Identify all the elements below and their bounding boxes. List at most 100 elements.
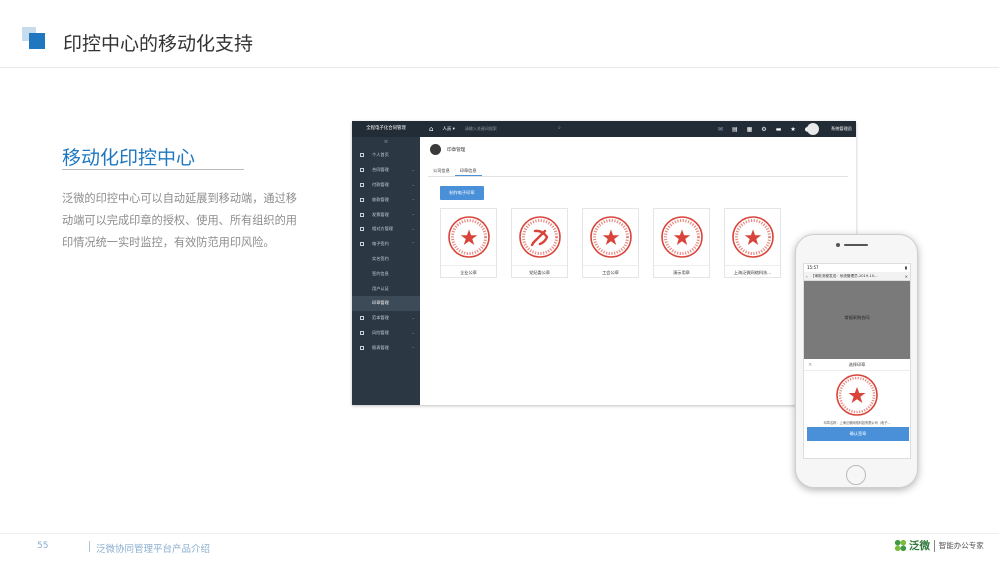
confirm-seal-button[interactable]: 确认签章 — [807, 427, 909, 441]
seal-image — [725, 209, 780, 265]
search-scope-dropdown[interactable]: 人员 ▾ — [442, 126, 454, 132]
receipt-icon — [360, 197, 364, 202]
sidebar-item-label: 实名签约 — [372, 255, 389, 261]
seal-card-label: 工会公章 — [583, 265, 638, 279]
phone-nav-bar: ‹ 【审批流程发送：系统管理员-2019-10... × — [804, 272, 910, 281]
sidebar-item[interactable]: 范本管理 ⌄ — [352, 311, 420, 326]
seal-card[interactable]: 企业公章 — [440, 208, 497, 278]
tab[interactable]: 公司信息 — [428, 165, 455, 176]
make-seal-button[interactable]: 制作电子印章 — [440, 186, 484, 200]
sidebar-item-label: 签约信息 — [372, 270, 389, 276]
chevron-icon: ⌄ — [411, 344, 415, 350]
breadcrumb-title: 印章管理 — [447, 147, 466, 153]
phone-status-bar: 15:57 ▮ — [804, 264, 910, 272]
sidebar-item[interactable]: 电子签约 ⌃ — [352, 237, 420, 252]
document-icon[interactable]: ▤ — [732, 126, 738, 133]
seal-card-list: 企业公章 党纪委公章 工会公章 演示用章 上海泛微网络科技... — [440, 208, 781, 278]
brand-logo: 泛微 智能办公专家 — [893, 538, 984, 553]
sidebar-collapse-icon[interactable]: ≡ — [352, 137, 420, 148]
header-divider — [0, 67, 999, 68]
sidebar-item[interactable]: 签约信息 — [352, 266, 420, 281]
grid-icon[interactable]: ▦ — [747, 126, 753, 133]
chevron-icon: ⌄ — [411, 329, 415, 335]
search-input[interactable]: 请输入关键词搜索 ⌕ — [464, 125, 565, 132]
back-icon[interactable]: ‹ — [806, 272, 808, 280]
sidebar-item[interactable]: 付款管理 ⌄ — [352, 178, 420, 193]
counterparty-icon — [360, 227, 364, 232]
sheet-title: 选择印章 — [848, 362, 866, 367]
sidebar-item[interactable]: 印章管理 — [352, 295, 420, 311]
message-icon[interactable]: ✉ — [718, 126, 723, 133]
seal-card-label: 党纪委公章 — [512, 265, 567, 279]
sidebar-item-label: 发票管理 — [372, 211, 389, 217]
risk-icon — [360, 330, 364, 335]
seal-image — [654, 209, 709, 265]
breadcrumb: 印章管理 — [430, 144, 465, 155]
sidebar-item-label: 收款管理 — [372, 196, 389, 202]
seal-icon — [836, 374, 878, 416]
chevron-icon: ⌄ — [411, 211, 415, 217]
seal-card[interactable]: 演示用章 — [653, 208, 710, 278]
close-icon[interactable]: × — [905, 272, 908, 280]
section-underline — [62, 169, 244, 170]
seal-image — [583, 209, 638, 265]
seal-icon — [518, 216, 561, 258]
sidebar-item-label: 印章管理 — [372, 300, 389, 306]
star-icon[interactable]: ★ — [790, 126, 795, 133]
sidebar-item[interactable]: 用户认证 — [352, 281, 420, 296]
seal-icon — [660, 216, 703, 258]
seal-card[interactable]: 党纪委公章 — [511, 208, 568, 278]
home-icon[interactable]: ⌂ — [429, 125, 433, 133]
sidebar-item[interactable]: 实名签约 — [352, 252, 420, 267]
app-main: 印章管理 公司信息 印章信息 制作电子印章 企业公章 党纪委公章 工会公章 演示用章 上海… — [420, 137, 856, 405]
phone-home-button[interactable] — [846, 465, 866, 485]
footer-separator — [89, 541, 90, 552]
seal-card-label: 企业公章 — [441, 265, 496, 279]
search-placeholder: 请输入关键词搜索 — [464, 126, 497, 131]
phone-time: 15:57 — [807, 265, 819, 270]
sidebar-item-label: 风险管理 — [372, 329, 389, 335]
avatar[interactable] — [807, 123, 819, 135]
sidebar-nav: 个人首页 合同管理 ⌄ 付款管理 ⌄ 收款管理 ⌄ 发票管理 ⌄ 相对方管理 ⌄ 电子签约 ⌃ 实名签约签… — [352, 148, 420, 355]
brand-separator — [934, 539, 935, 552]
home-icon — [360, 153, 364, 158]
seal-image — [441, 209, 496, 265]
invoice-icon — [360, 212, 364, 217]
chat-icon[interactable]: ▬ — [776, 126, 782, 133]
contract-title: 常规采购合同 — [844, 315, 870, 320]
seal-module-icon — [430, 144, 441, 155]
search-icon[interactable]: ⌕ — [558, 125, 561, 131]
phone-nav-title: 【审批流程发送：系统管理员-2019-10... — [811, 274, 878, 278]
sidebar-item[interactable]: 合同管理 ⌄ — [352, 163, 420, 178]
phone-mockup: 15:57 ▮ ‹ 【审批流程发送：系统管理员-2019-10... × 常规采… — [795, 234, 918, 488]
sidebar-item[interactable]: 风险管理 ⌄ — [352, 326, 420, 341]
brand-slogan: 智能办公专家 — [938, 541, 984, 550]
sidebar-item-label: 电子签约 — [372, 241, 389, 247]
sidebar-item[interactable]: 相对方管理 ⌄ — [352, 222, 420, 237]
sidebar-item[interactable]: 发票管理 ⌄ — [352, 207, 420, 222]
brand-leaf-icon — [894, 539, 907, 552]
tab[interactable]: 印章信息 — [454, 165, 482, 176]
section-title: 移动化印控中心 — [62, 147, 196, 169]
user-name[interactable]: 系统管理员 — [831, 121, 852, 137]
payment-icon — [360, 182, 364, 187]
seal-info: 印章名称：上海泛微网络科技有限公司（电子... — [823, 421, 891, 425]
footer-divider — [0, 533, 999, 534]
settings-icon[interactable]: ⚙ — [761, 126, 766, 133]
seal-card[interactable]: 上海泛微网络科技... — [724, 208, 781, 278]
sidebar-item-label: 付款管理 — [372, 181, 389, 187]
sidebar-item[interactable]: 收款管理 ⌄ — [352, 192, 420, 207]
sidebar-item[interactable]: 报表管理 ⌄ — [352, 340, 420, 355]
app-topbar: ⌂ 人员 ▾ 请输入关键词搜索 ⌕ ✉ ▤ ▦ ⚙ ▬ ★ ● 系统管理员 — [420, 121, 856, 137]
sidebar-item[interactable]: 个人首页 — [352, 148, 420, 163]
sidebar-item-label: 用户认证 — [372, 285, 389, 291]
chevron-icon: ⌄ — [411, 314, 415, 320]
header-square-blue — [29, 33, 45, 49]
seal-card[interactable]: 工会公章 — [582, 208, 639, 278]
seal-image — [512, 209, 567, 265]
phone-seal-image[interactable] — [804, 371, 910, 419]
topbar-icons: ✉ ▤ ▦ ⚙ ▬ ★ ● — [718, 121, 810, 137]
chevron-icon: ⌄ — [411, 196, 415, 202]
app-logo: 全程电子化合同管理 — [352, 121, 420, 137]
battery-icon: ▮ — [904, 265, 907, 270]
